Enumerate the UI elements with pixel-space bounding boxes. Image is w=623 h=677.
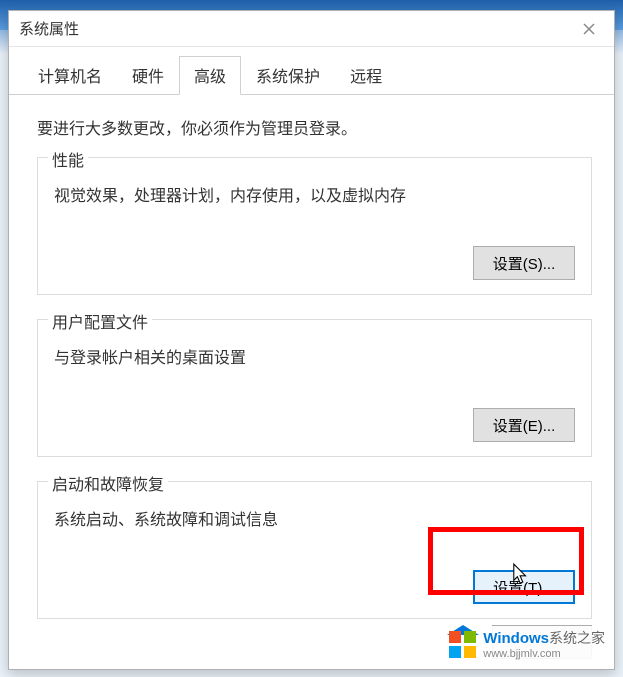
performance-description: 视觉效果，处理器计划，内存使用，以及虚拟内存: [54, 182, 575, 206]
watermark-brand: Windows: [483, 630, 549, 647]
watermark-url: www.bjjmlv.com: [483, 648, 605, 661]
tab-advanced[interactable]: 高级: [179, 56, 241, 95]
watermark-text: Windows系统之家 www.bjjmlv.com: [483, 630, 605, 661]
tab-computer-name[interactable]: 计算机名: [23, 56, 117, 95]
watermark: Windows系统之家 www.bjjmlv.com: [443, 626, 611, 665]
tab-strip: 计算机名 硬件 高级 系统保护 远程: [9, 47, 614, 95]
tab-remote[interactable]: 远程: [335, 56, 397, 95]
startup-description: 系统启动、系统故障和调试信息: [54, 506, 575, 530]
performance-legend: 性能: [48, 147, 88, 171]
admin-note: 要进行大多数更改，你必须作为管理员登录。: [37, 115, 592, 139]
windows-logo-icon: [449, 631, 477, 659]
tab-content-advanced: 要进行大多数更改，你必须作为管理员登录。 性能 视觉效果，处理器计划，内存使用，…: [9, 95, 614, 639]
user-profiles-description: 与登录帐户相关的桌面设置: [54, 344, 575, 368]
user-profiles-settings-button[interactable]: 设置(E)...: [473, 408, 575, 442]
close-icon: [583, 23, 595, 35]
startup-settings-button[interactable]: 设置(T)...: [473, 570, 575, 604]
close-button[interactable]: [574, 14, 604, 44]
window-title: 系统属性: [19, 18, 574, 39]
groupbox-user-profiles: 用户配置文件 与登录帐户相关的桌面设置 设置(E)...: [37, 319, 592, 457]
titlebar: 系统属性: [9, 11, 614, 47]
user-profiles-legend: 用户配置文件: [48, 309, 152, 333]
system-properties-dialog: 系统属性 计算机名 硬件 高级 系统保护 远程 要进行大多数更改，你必须作为管理…: [8, 10, 615, 670]
tab-system-protection[interactable]: 系统保护: [241, 56, 335, 95]
watermark-suffix: 系统之家: [549, 630, 605, 646]
groupbox-startup-recovery: 启动和故障恢复 系统启动、系统故障和调试信息 设置(T)...: [37, 481, 592, 619]
tab-hardware[interactable]: 硬件: [117, 56, 179, 95]
performance-settings-button[interactable]: 设置(S)...: [473, 246, 575, 280]
groupbox-performance: 性能 视觉效果，处理器计划，内存使用，以及虚拟内存 设置(S)...: [37, 157, 592, 295]
startup-legend: 启动和故障恢复: [48, 471, 168, 495]
